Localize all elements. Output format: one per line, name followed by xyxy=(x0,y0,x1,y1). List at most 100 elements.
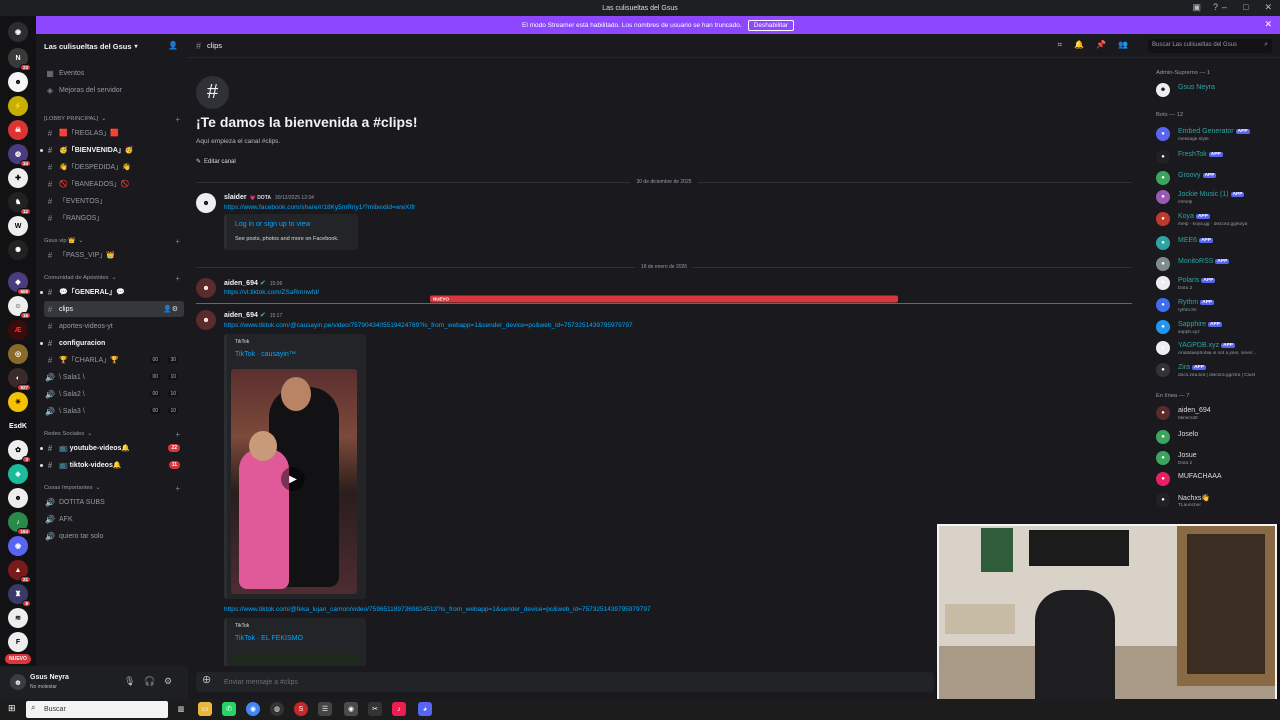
voice-channel-item[interactable]: 🔊 AFK xyxy=(44,511,184,527)
member-item[interactable]: ● Zira APP docs.zira.bot | discord.gg/zira … xyxy=(1156,361,1280,379)
message-author[interactable]: slaider 💗 DOTA 30/12/2025 12:34 xyxy=(224,194,314,201)
channel-item[interactable]: # 「PASS_VIP」👑 xyxy=(44,247,184,263)
category-apostoles[interactable]: Comunidad de Apóstoles ⌄ + xyxy=(44,272,184,284)
member-item[interactable]: ● Jockie Music (1) APP m!help xyxy=(1156,188,1280,206)
category-lobby[interactable]: [LOBBY PRINCIPAL] ⌄ + xyxy=(44,113,184,125)
member-item[interactable]: ☻ Gsus Neyra xyxy=(1156,81,1280,99)
member-item[interactable]: ● Koya APP/help · koya.gg · discord.gg/koy… xyxy=(1156,210,1280,228)
disable-streamer-button[interactable]: Deshabilitar xyxy=(747,19,794,31)
server-icon[interactable]: ♪ 164 xyxy=(8,512,31,535)
bell-icon[interactable]: 🔔 xyxy=(1074,40,1084,50)
category-redes[interactable]: Redes Sociales ⌄ + xyxy=(44,428,184,440)
play-icon[interactable]: ▶ xyxy=(281,467,305,491)
edit-channel-button[interactable]: ✎ Editar canal xyxy=(196,155,236,168)
server-icon[interactable]: EsdK xyxy=(8,416,28,436)
server-icon[interactable]: ☀ xyxy=(8,392,28,412)
server-icon[interactable]: ☺ 15 xyxy=(8,296,31,319)
file-explorer-icon[interactable]: ▭ xyxy=(198,702,212,716)
add-channel-icon[interactable]: + xyxy=(175,237,180,246)
member-item[interactable]: ● FreshTok APP xyxy=(1156,148,1280,166)
discord-home-icon[interactable]: ◉ xyxy=(8,22,28,42)
close-button[interactable]: ✕ xyxy=(1264,2,1272,13)
add-channel-icon[interactable]: + xyxy=(175,430,180,439)
server-icon[interactable]: ◈ xyxy=(8,464,28,484)
member-item[interactable]: ● Rythm APP rythm.fm xyxy=(1156,296,1280,314)
headphones-icon[interactable]: 🎧 xyxy=(144,676,155,687)
channel-item[interactable]: # 🏆「CHARLA」🏆 00 30 xyxy=(44,352,184,368)
tiktok-icon[interactable]: ♪ xyxy=(392,702,406,716)
category-vip[interactable]: Gsus vip 👑 ⌄ + xyxy=(44,235,184,247)
server-icon[interactable]: ☻ xyxy=(8,72,28,92)
channel-item[interactable]: # 🟥「REGLAS」🟥 xyxy=(44,125,184,141)
search-input[interactable]: Buscar Las culisueltas del Gsus ⌕ xyxy=(1148,39,1272,53)
member-item[interactable]: ● Joselo xyxy=(1156,428,1280,446)
video-thumbnail[interactable] xyxy=(231,653,357,666)
capcut-icon[interactable]: ✂ xyxy=(368,702,382,716)
server-icon[interactable]: ◆ 606 xyxy=(8,272,31,295)
server-icon[interactable]: ◐ 927 xyxy=(8,368,31,391)
chrome-icon[interactable]: ◉ xyxy=(344,702,358,716)
windows-start-icon[interactable]: ⊞ xyxy=(8,703,16,714)
voice-channel-item[interactable]: 🔊 \ Sala1 \ 00 10 xyxy=(44,369,184,385)
obs-icon[interactable]: ◍ xyxy=(270,702,284,716)
member-item[interactable]: ● aiden_694 Minecraft xyxy=(1156,404,1280,422)
server-icon[interactable]: ◎ xyxy=(8,344,28,364)
member-item[interactable]: ● Nachxs👋 TLauncher xyxy=(1156,491,1280,509)
help-icon[interactable]: ? xyxy=(1213,2,1218,13)
message-link[interactable]: https://vt.tiktok.com/ZSaRmnwfd/ xyxy=(224,289,319,296)
member-item[interactable]: ● Groovy APP xyxy=(1156,169,1280,187)
channel-item[interactable]: # 「EVENTOS」 xyxy=(44,193,184,209)
message-author[interactable]: aiden_694 ✔ 15:17 xyxy=(224,311,282,319)
embed-title[interactable]: Log in or sign up to view xyxy=(235,221,311,228)
member-item[interactable]: ● MEE6 APP xyxy=(1156,234,1280,252)
message-link[interactable]: https://www.tiktok.com/@causayin.pe/vide… xyxy=(224,322,633,329)
chrome-icon[interactable]: ◉ xyxy=(246,702,260,716)
boosts-item[interactable]: ◈ Mejoras del servidor xyxy=(44,82,184,98)
channel-item[interactable]: # 📺 youtube-videos🔔 22 xyxy=(40,440,184,456)
discord-icon[interactable]: ◕ xyxy=(418,702,432,716)
taskbar-search[interactable]: ⌕ Buscar xyxy=(26,701,168,718)
maximize-button[interactable]: □ xyxy=(1243,2,1248,13)
channel-item[interactable]: # 🥳「BIENVENIDA」🥳 xyxy=(40,142,184,158)
member-item[interactable]: ● MonitoRSS APP xyxy=(1156,255,1280,273)
video-thumbnail[interactable]: ▶ xyxy=(231,369,357,594)
threads-icon[interactable]: ⌗ xyxy=(1058,40,1063,50)
channel-item[interactable]: # 👋「DESPEDIDA」👋 xyxy=(44,159,184,175)
add-attachment-icon[interactable]: ⊕ xyxy=(202,673,211,686)
channel-item[interactable]: # 💬「GENERAL」💬 xyxy=(40,284,184,300)
server-icon[interactable]: ✺ xyxy=(8,240,28,260)
add-channel-icon[interactable]: + xyxy=(175,274,180,283)
server-icon[interactable]: ✚ xyxy=(8,168,28,188)
avatar[interactable]: ☻ xyxy=(10,674,26,690)
channel-item-clips[interactable]: # clips 👤⚙ xyxy=(44,301,184,317)
avatar[interactable]: ☻ xyxy=(196,278,216,298)
embed-title[interactable]: TikTok · causayin™ xyxy=(235,351,296,358)
microphone-icon[interactable]: 🎙 xyxy=(124,676,135,687)
server-icon[interactable]: ♜ 8 xyxy=(8,584,31,607)
member-item[interactable]: ● Josue Dota 2 xyxy=(1156,449,1280,467)
server-icon[interactable]: ◉ xyxy=(8,536,28,556)
voice-channel-item[interactable]: 🔊 \ Sala2 \ 00 10 xyxy=(44,386,184,402)
server-icon[interactable]: ✿ 3 xyxy=(8,440,31,463)
avatar[interactable]: ☻ xyxy=(196,310,216,330)
member-item[interactable]: ● Embed Generator APP message.style xyxy=(1156,125,1280,143)
embed-title[interactable]: TikTok · EL FEKISMO xyxy=(235,635,303,642)
server-icon[interactable]: ♞ 12 xyxy=(8,192,31,215)
server-icon[interactable]: W xyxy=(8,216,28,236)
app-icon[interactable]: ☰ xyxy=(318,702,332,716)
channel-item[interactable]: # aportes-videos-yt xyxy=(44,318,184,334)
inbox-icon[interactable]: ▣ xyxy=(1192,2,1201,13)
member-item[interactable]: ● Polaris APP Dota 2 xyxy=(1156,274,1280,292)
server-icon[interactable]: ≋ xyxy=(8,608,28,628)
invite-icon[interactable]: 👤 xyxy=(168,41,178,50)
server-icon[interactable]: ☻ xyxy=(8,488,28,508)
server-icon[interactable]: ⚡ xyxy=(8,96,28,116)
members-icon[interactable]: 👥 xyxy=(1118,40,1128,50)
avatar[interactable]: ☻ xyxy=(196,193,216,213)
server-icon[interactable]: ▲ 21 xyxy=(8,560,31,583)
server-header[interactable]: Las culisueltas del Gsus ▾ 👤 xyxy=(36,34,188,58)
channel-item[interactable]: # 🚫「BANEADOS」🚫 xyxy=(44,176,184,192)
channel-item[interactable]: # 「RANGOS」 xyxy=(44,210,184,226)
message-author[interactable]: aiden_694 ✔ 15:06 xyxy=(224,279,282,287)
message-link[interactable]: https://www.facebook.com/share/r/18Ky5mR… xyxy=(224,204,415,211)
